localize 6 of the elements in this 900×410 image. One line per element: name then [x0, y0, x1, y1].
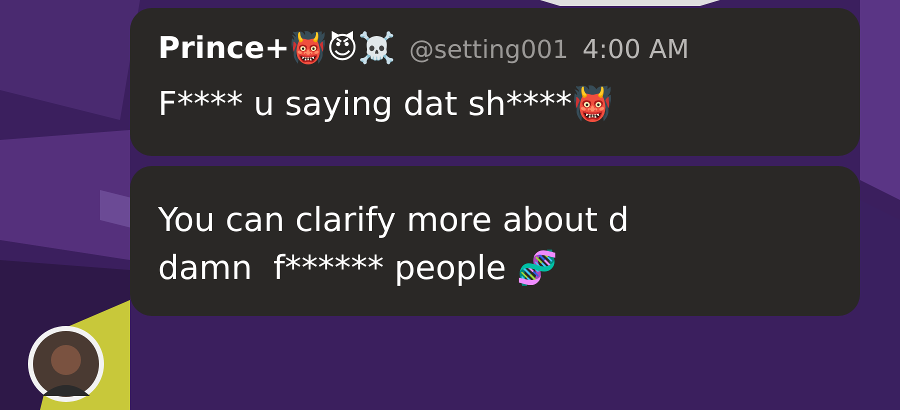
message-text: You can clarify more about d damn f****** people 🧬: [158, 199, 630, 289]
message-text: F**** u saying dat sh****👹: [158, 83, 614, 125]
author-name[interactable]: Prince+👹😈☠: [158, 30, 395, 66]
timestamp: 4:00 AM: [582, 35, 690, 65]
avatar[interactable]: [28, 326, 104, 402]
user-handle: @setting001: [408, 35, 568, 64]
